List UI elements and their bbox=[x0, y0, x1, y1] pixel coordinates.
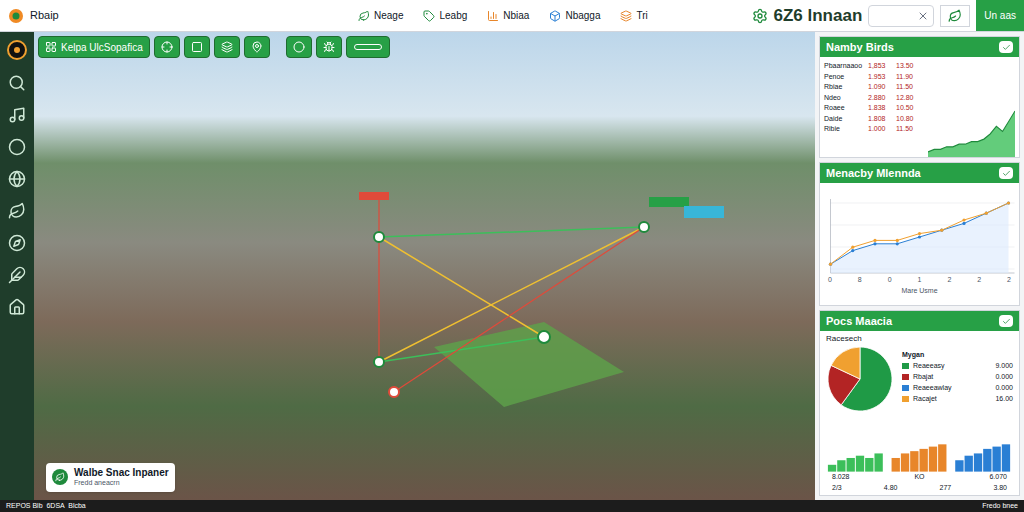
sidebar-icon[interactable] bbox=[8, 298, 26, 316]
card-title: Menacby Mlennda bbox=[826, 165, 921, 182]
bar-chart bbox=[824, 442, 1015, 472]
table: Pbaarnaaoo1,85313.50Penoe1.95311.90Rbiae… bbox=[824, 61, 924, 157]
tool-button[interactable] bbox=[244, 36, 270, 58]
sidebar-icon[interactable] bbox=[8, 266, 26, 284]
line-card: Menacby Mlennda 0801222Mare Usme bbox=[819, 162, 1020, 306]
card-title: Namby Birds bbox=[826, 39, 894, 56]
search-field[interactable] bbox=[868, 5, 934, 27]
tool-icon bbox=[191, 41, 203, 53]
table-card: Namby Birds Pbaarnaaoo1,85313.50Penoe1.95… bbox=[819, 36, 1020, 158]
card-toggle[interactable] bbox=[999, 167, 1013, 179]
table-row[interactable]: Ndeo2.88012.80 bbox=[824, 93, 924, 104]
header-title: 6Z6 lnnaan bbox=[774, 3, 863, 29]
sidebar-icon[interactable] bbox=[8, 74, 26, 92]
top-bar: Rbaip Neage Leabg Nbiaa Nbagga Tri 6Z6 lnnaan U… bbox=[0, 0, 1024, 32]
body: Kelpa UlcSopafica Walbe Snac InpanerFredd… bbox=[0, 32, 1024, 500]
x-label: Mare Usme bbox=[824, 286, 1015, 297]
legend-swatch bbox=[902, 374, 909, 380]
tool-button[interactable] bbox=[316, 36, 342, 58]
table-row[interactable]: Penoe1.95311.90 bbox=[824, 72, 924, 83]
legend-item: Rbajat0.000 bbox=[902, 371, 1013, 382]
logo[interactable]: Rbaip bbox=[8, 7, 208, 24]
legend-swatch bbox=[902, 363, 909, 369]
ruler-icon bbox=[354, 44, 382, 50]
table-row[interactable]: Ribie1.00011.50 bbox=[824, 124, 924, 135]
map-info-card[interactable]: Walbe Snac InpanerFredd aneacrn bbox=[46, 463, 175, 492]
nav-tab[interactable]: Nbiaa bbox=[487, 8, 529, 23]
leaf-icon bbox=[948, 9, 962, 23]
area-chart bbox=[928, 107, 1015, 157]
card-header: Namby Birds bbox=[820, 37, 1019, 57]
pie-card: Pocs MaaciaRacesechMyganReaeeasy9.000Rba… bbox=[819, 310, 1020, 496]
card-header: Menacby Mlennda bbox=[820, 163, 1019, 183]
legend-swatch bbox=[902, 396, 909, 402]
layer-button[interactable]: Kelpa UlcSopafica bbox=[38, 36, 150, 58]
tab-icon bbox=[358, 10, 370, 22]
card-header: Pocs Maacia bbox=[820, 311, 1019, 331]
tool-button[interactable] bbox=[286, 36, 312, 58]
tool-icon bbox=[161, 41, 173, 53]
sidebar-icon[interactable] bbox=[8, 106, 26, 124]
sidebar bbox=[0, 32, 34, 500]
check-icon bbox=[1002, 169, 1011, 178]
info-icon bbox=[52, 469, 68, 485]
table-row[interactable]: Roaee1.83810.50 bbox=[824, 103, 924, 114]
map-button[interactable] bbox=[940, 5, 970, 27]
table-row[interactable]: Daide1.80810.80 bbox=[824, 114, 924, 125]
legend: MyganReaeeasy9.000Rbajat0.000Reaeeawlay0… bbox=[902, 345, 1013, 404]
measure-button[interactable] bbox=[346, 36, 390, 58]
logo-icon bbox=[8, 8, 24, 24]
tool-icon bbox=[251, 41, 263, 53]
card-toggle[interactable] bbox=[999, 41, 1013, 53]
clear-icon[interactable] bbox=[917, 10, 929, 22]
primary-button[interactable]: Un aas bbox=[976, 0, 1024, 31]
tool-button[interactable] bbox=[184, 36, 210, 58]
card-toggle[interactable] bbox=[999, 315, 1013, 327]
legend-item: Reaeeasy9.000 bbox=[902, 360, 1013, 371]
tool-button[interactable] bbox=[154, 36, 180, 58]
bar-labels-bottom: 2/34.802773.80 bbox=[824, 483, 1015, 496]
line-chart bbox=[824, 195, 1015, 275]
tool-icon bbox=[221, 41, 233, 53]
legend-item: Racajet16.00 bbox=[902, 393, 1013, 404]
nav-tabs: Neage Leabg Nbiaa Nbagga Tri bbox=[358, 8, 648, 23]
card-title: Pocs Maacia bbox=[826, 313, 892, 330]
legend-item: Reaeeawlay0.000 bbox=[902, 382, 1013, 393]
table-row[interactable]: Rbiae1.09011.50 bbox=[824, 82, 924, 93]
nav-tab[interactable]: Neage bbox=[358, 8, 403, 23]
nav-tab[interactable]: Nbagga bbox=[549, 8, 600, 23]
map-overlay bbox=[34, 32, 815, 500]
nav-tab[interactable]: Leabg bbox=[423, 8, 467, 23]
sidebar-icon[interactable] bbox=[8, 170, 26, 188]
status-bar: REPOS Blb 6DSA BlcbaFredo bnee bbox=[0, 500, 1024, 512]
sidebar-icon[interactable] bbox=[8, 234, 26, 252]
sidebar-icon[interactable] bbox=[8, 202, 26, 220]
bar-labels-top: 8.028KO6.070 bbox=[824, 472, 1015, 483]
table-row[interactable]: Pbaarnaaoo1,85313.50 bbox=[824, 61, 924, 72]
sidebar-icon[interactable] bbox=[8, 138, 26, 156]
brand-icon bbox=[7, 40, 27, 60]
tool-icon bbox=[323, 41, 335, 53]
leaf-icon bbox=[55, 472, 65, 482]
tab-icon bbox=[423, 10, 435, 22]
map-view[interactable]: Kelpa UlcSopafica Walbe Snac InpanerFredd… bbox=[34, 32, 815, 500]
check-icon bbox=[1002, 43, 1011, 52]
tool-button[interactable] bbox=[214, 36, 240, 58]
legend-swatch bbox=[902, 385, 909, 391]
tab-icon bbox=[620, 10, 632, 22]
map-toolbar: Kelpa UlcSopafica bbox=[38, 36, 390, 58]
check-icon bbox=[1002, 317, 1011, 326]
x-ticks: 0801222 bbox=[824, 275, 1015, 286]
right-panel: Namby Birds Pbaarnaaoo1,85313.50Penoe1.95… bbox=[815, 32, 1024, 500]
tab-icon bbox=[487, 10, 499, 22]
gear-icon[interactable] bbox=[752, 8, 768, 24]
tool-icon bbox=[293, 41, 305, 53]
header-right: 6Z6 lnnaan Un aas bbox=[752, 0, 1024, 31]
tab-icon bbox=[549, 10, 561, 22]
app: Rbaip Neage Leabg Nbiaa Nbagga Tri 6Z6 lnnaan U… bbox=[0, 0, 1024, 512]
grid-icon bbox=[45, 41, 57, 53]
nav-tab[interactable]: Tri bbox=[620, 8, 647, 23]
pie-chart bbox=[826, 345, 894, 413]
